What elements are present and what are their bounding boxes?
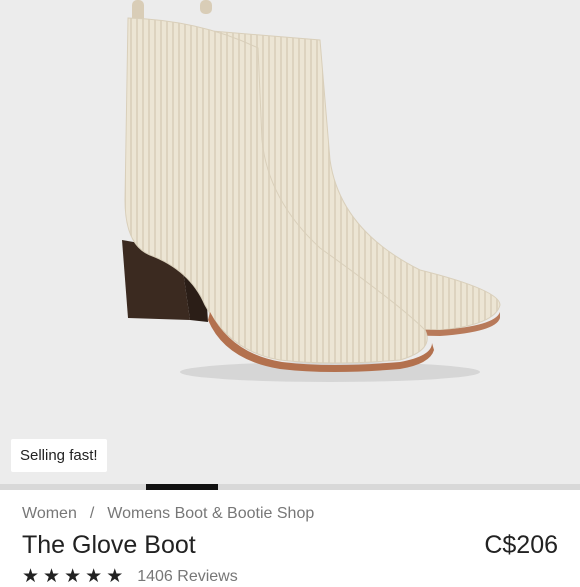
boot-illustration <box>122 0 501 382</box>
breadcrumb: Women / Womens Boot & Bootie Shop <box>22 505 314 523</box>
breadcrumb-link-boot-shop[interactable]: Womens Boot & Bootie Shop <box>107 505 314 523</box>
product-price: C$206 <box>484 531 558 559</box>
breadcrumb-separator: / <box>89 505 95 522</box>
product-title: The Glove Boot <box>22 531 196 559</box>
star-icon: ★ <box>64 566 82 587</box>
reviews-link[interactable]: 1406 Reviews <box>137 568 238 586</box>
star-icon: ★ <box>22 566 40 587</box>
carousel-indicator[interactable] <box>0 484 580 490</box>
selling-fast-badge: Selling fast! <box>11 439 107 472</box>
breadcrumb-link-women[interactable]: Women <box>22 505 77 523</box>
product-image[interactable]: Selling fast! <box>0 0 580 484</box>
rating-row[interactable]: ★ ★ ★ ★ ★ 1406 Reviews <box>22 567 238 586</box>
carousel-indicator-active <box>146 484 218 490</box>
star-icon: ★ <box>43 566 61 587</box>
star-half-icon: ★ <box>106 566 124 587</box>
star-icon: ★ <box>85 566 103 587</box>
